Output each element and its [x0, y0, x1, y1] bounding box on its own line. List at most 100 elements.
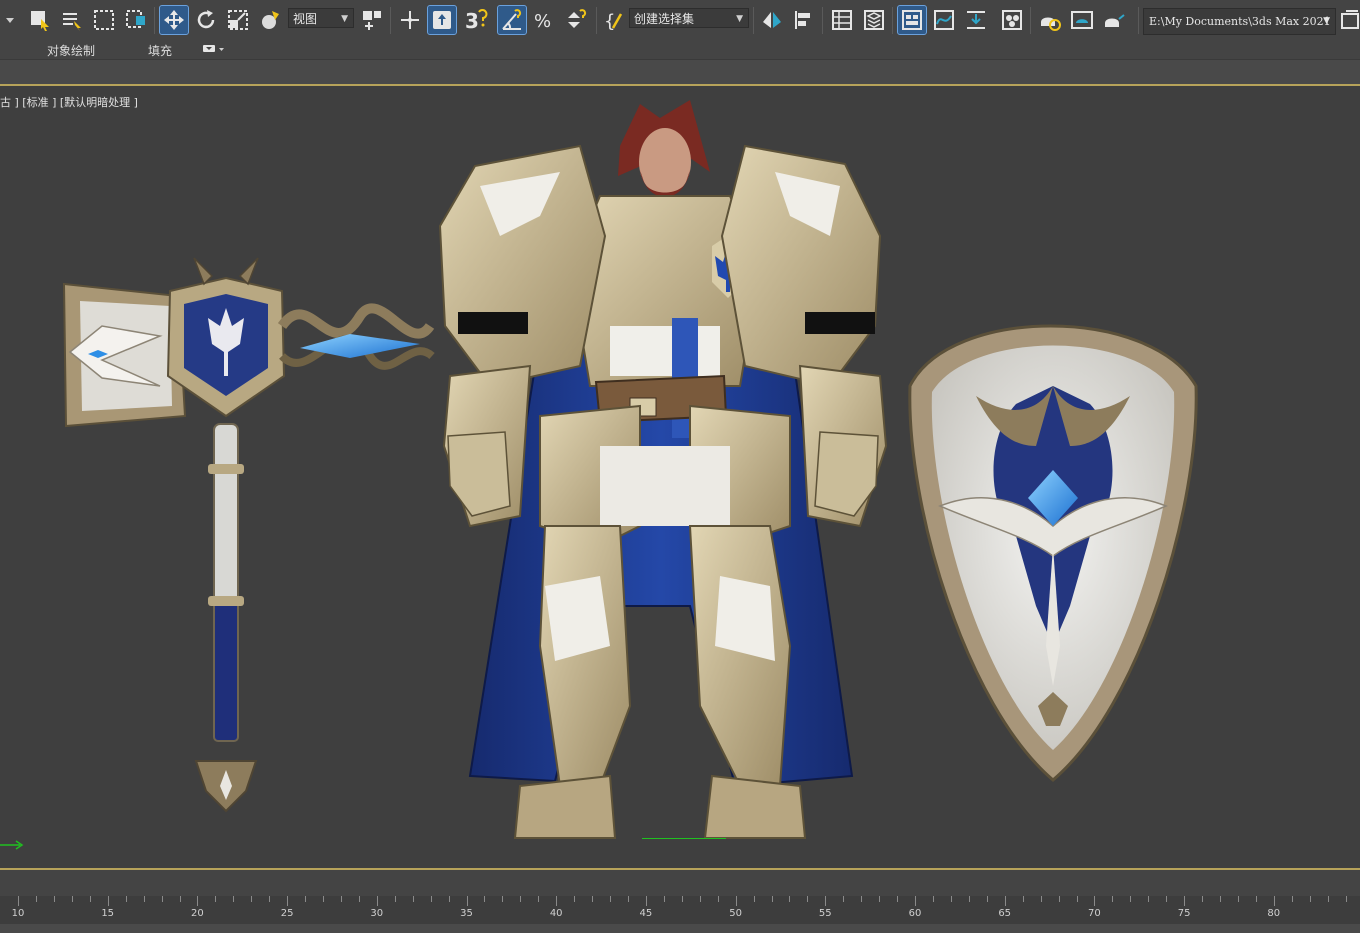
select-manipulate-icon[interactable] — [396, 6, 424, 34]
timeline-tick — [574, 896, 576, 902]
timeline-tick — [1220, 896, 1221, 902]
select-and-rotate-icon[interactable] — [192, 6, 220, 34]
project-folder-icon[interactable] — [1340, 6, 1360, 34]
timeline-tick — [610, 896, 611, 902]
timeline-tick — [699, 896, 701, 902]
svg-text:%: % — [534, 11, 551, 32]
timeline-frame-label: 40 — [549, 908, 563, 919]
project-path-text: E:\My Documents\3ds Max 2021 — [1149, 15, 1331, 28]
tab-populate[interactable]: 填充 — [148, 42, 172, 59]
timeline-tick — [825, 896, 827, 906]
rendered-frame-window-icon[interactable] — [1068, 6, 1096, 34]
dope-sheet-icon[interactable] — [962, 6, 990, 34]
timeline-tick — [35, 896, 37, 902]
layer-explorer-icon[interactable] — [860, 6, 888, 34]
align-icon[interactable] — [790, 6, 818, 34]
select-and-place-icon[interactable] — [256, 6, 284, 34]
reference-coordinate-value: 视图 — [293, 12, 318, 26]
ground-grid-line — [642, 838, 726, 839]
timeline-tick — [143, 896, 145, 902]
timeline-tick — [53, 896, 55, 902]
timeline-tick — [1166, 896, 1168, 902]
scene-render — [62, 100, 1198, 839]
timeline-tick — [394, 896, 396, 902]
timeline-tick — [89, 896, 91, 902]
render-production-icon[interactable] — [1100, 6, 1128, 34]
select-and-move-icon[interactable] — [159, 5, 189, 35]
snaps-toggle-icon[interactable]: 3 — [462, 6, 490, 34]
timeline-tick — [1040, 896, 1042, 902]
timeline-tick — [843, 896, 845, 902]
timeline-tick — [18, 896, 19, 906]
hammer-model — [62, 257, 435, 813]
timeline-tick — [681, 896, 683, 902]
render-setup-icon[interactable] — [1036, 6, 1064, 34]
timeline-tick — [520, 896, 522, 902]
timeline-tick — [1148, 896, 1150, 902]
timeline-tick — [1327, 896, 1329, 902]
timeline-tick — [663, 896, 665, 902]
spinner-snap-icon[interactable] — [562, 6, 590, 34]
timeline-tick — [323, 896, 324, 902]
timeline-tick — [376, 896, 378, 906]
select-and-scale-icon[interactable] — [224, 6, 252, 34]
scene-explorer-icon[interactable] — [828, 6, 856, 34]
ribbon-bar: 对象绘制 填充 — [0, 41, 1360, 59]
chevron-down-icon: ▼ — [341, 14, 348, 24]
timeline-tick — [1112, 896, 1114, 902]
status-bar — [0, 924, 1360, 933]
select-by-name-icon[interactable] — [58, 6, 86, 34]
timeline-tick — [879, 896, 881, 902]
named-selection-value: 创建选择集 — [634, 12, 695, 26]
keyboard-shortcut-override-icon[interactable] — [427, 5, 457, 35]
timeline-tick — [968, 896, 970, 902]
timeline-tick — [735, 896, 737, 906]
timeline-frame-label: 45 — [639, 908, 653, 919]
select-object-icon[interactable] — [26, 6, 54, 34]
timeline-tick — [986, 896, 988, 902]
timeline-tick — [950, 896, 952, 902]
timeline-tick — [1076, 896, 1078, 902]
mirror-icon[interactable] — [758, 6, 786, 34]
use-pivot-center-icon[interactable] — [358, 6, 386, 34]
chevron-down-icon: ▼ — [1323, 16, 1330, 26]
timeline-tick — [107, 896, 109, 906]
undo-dropdown-icon[interactable] — [0, 6, 20, 34]
project-folder-dropdown[interactable]: E:\My Documents\3ds Max 2021 ▼ — [1143, 8, 1336, 35]
timeline-tick — [233, 896, 235, 902]
timeline-tick — [538, 896, 540, 902]
reference-coordinate-dropdown[interactable]: 视图 ▼ — [288, 8, 354, 28]
material-editor-icon[interactable] — [998, 6, 1026, 34]
time-slider-track[interactable]: 10 15 20 25 30 35 40 45 50 55 60 65 70 75 80 — [0, 896, 1360, 924]
trackbar-area[interactable] — [0, 870, 1360, 898]
percent-snap-icon[interactable]: % — [530, 6, 558, 34]
timeline-tick — [897, 896, 899, 902]
timeline-tick — [161, 896, 163, 902]
window-crossing-icon[interactable] — [122, 6, 150, 34]
toggle-ribbon-icon[interactable] — [897, 5, 927, 35]
rectangular-selection-icon[interactable] — [90, 6, 118, 34]
timeline-tick — [466, 896, 468, 906]
main-toolbar: 视图 ▼ 3 % { 创建选择集 ▼ E:\My Documents\3ds M… — [0, 0, 1360, 42]
timeline-tick — [753, 896, 755, 902]
named-selection-dropdown[interactable]: 创建选择集 ▼ — [629, 8, 749, 28]
timeline-tick — [269, 896, 271, 902]
timeline-frame-label: 10 — [11, 908, 25, 919]
timeline-frame-label: 30 — [370, 908, 384, 919]
timeline-tick — [430, 896, 432, 902]
timeline-tick — [861, 896, 863, 902]
timeline-tick — [305, 896, 306, 902]
timeline-tick — [628, 896, 629, 902]
timeline-tick — [1309, 896, 1311, 902]
timeline-tick — [1291, 896, 1293, 902]
timeline-tick — [484, 896, 486, 902]
ribbon-options-icon[interactable] — [203, 43, 225, 58]
tab-object-paint[interactable]: 对象绘制 — [47, 42, 95, 59]
timeline-frame-label: 20 — [191, 908, 204, 919]
edit-named-selection-icon[interactable]: { — [600, 6, 628, 34]
perspective-viewport[interactable]: 古 ] [标准 ] [默认明暗处理 ] — [0, 84, 1360, 870]
timeline-tick — [1202, 896, 1203, 902]
angle-snap-icon[interactable] — [497, 5, 527, 35]
curve-editor-icon[interactable] — [930, 6, 958, 34]
timeline-tick — [771, 896, 773, 902]
